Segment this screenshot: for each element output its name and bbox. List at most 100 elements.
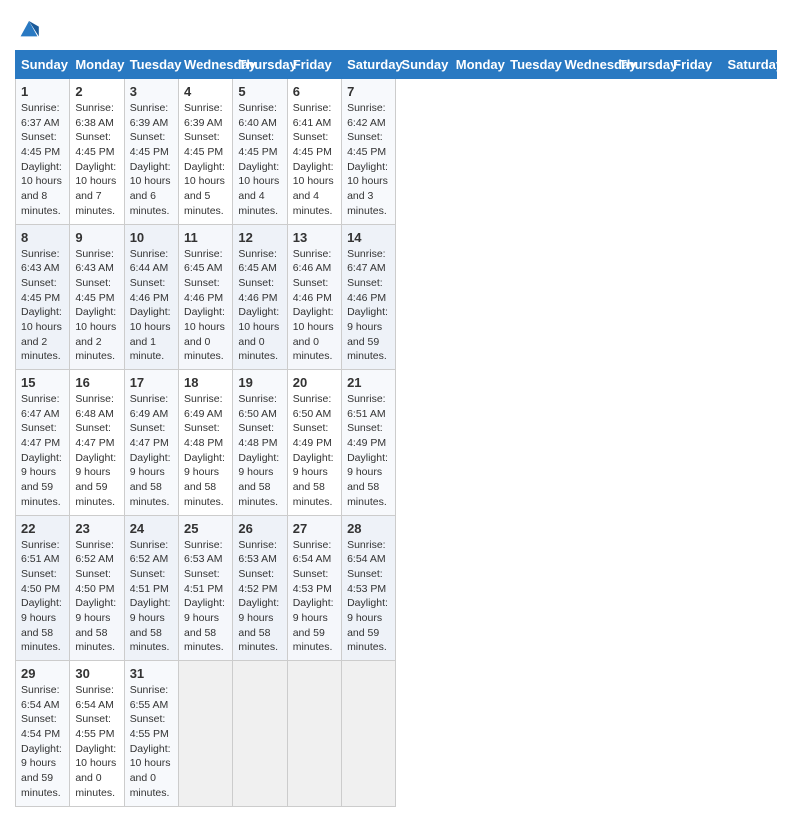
day-details: Sunrise: 6:53 AMSunset: 4:51 PMDaylight:… bbox=[184, 538, 227, 656]
day-number: 12 bbox=[238, 230, 281, 245]
day-details: Sunrise: 6:53 AMSunset: 4:52 PMDaylight:… bbox=[238, 538, 281, 656]
calendar-cell: 14 Sunrise: 6:47 AMSunset: 4:46 PMDayligh… bbox=[342, 224, 396, 370]
day-number: 6 bbox=[293, 84, 336, 99]
calendar-cell: 10Sunrise: 6:44 AMSunset: 4:46 PMDayligh… bbox=[124, 224, 178, 370]
col-header-monday: Monday bbox=[450, 51, 504, 79]
day-number: 29 bbox=[21, 666, 64, 681]
calendar-cell: 23 Sunrise: 6:52 AMSunset: 4:50 PMDayligh… bbox=[70, 515, 124, 661]
col-header-friday: Friday bbox=[287, 51, 341, 79]
calendar-cell: 9 Sunrise: 6:43 AMSunset: 4:45 PMDaylight… bbox=[70, 224, 124, 370]
calendar-cell: 31 Sunrise: 6:55 AMSunset: 4:55 PMDayligh… bbox=[124, 661, 178, 807]
day-details: Sunrise: 6:55 AMSunset: 4:55 PMDaylight:… bbox=[130, 683, 173, 801]
day-number: 1 bbox=[21, 84, 64, 99]
calendar-cell: 18 Sunrise: 6:49 AMSunset: 4:48 PMDayligh… bbox=[179, 370, 233, 516]
day-details: Sunrise: 6:49 AMSunset: 4:47 PMDaylight:… bbox=[130, 392, 173, 510]
day-number: 18 bbox=[184, 375, 227, 390]
day-number: 13 bbox=[293, 230, 336, 245]
col-header-tuesday: Tuesday bbox=[505, 51, 559, 79]
day-details: Sunrise: 6:37 AMSunset: 4:45 PMDaylight:… bbox=[21, 101, 64, 219]
calendar-cell: 1 Sunrise: 6:37 AMSunset: 4:45 PMDaylight… bbox=[16, 79, 70, 225]
calendar-cell: 19 Sunrise: 6:50 AMSunset: 4:48 PMDayligh… bbox=[233, 370, 287, 516]
col-header-thursday: Thursday bbox=[613, 51, 667, 79]
day-number: 30 bbox=[75, 666, 118, 681]
day-number: 24 bbox=[130, 521, 173, 536]
day-details: Sunrise: 6:44 AMSunset: 4:46 PMDaylight:… bbox=[130, 247, 173, 365]
calendar-cell: 30 Sunrise: 6:54 AMSunset: 4:55 PMDayligh… bbox=[70, 661, 124, 807]
day-number: 9 bbox=[75, 230, 118, 245]
calendar-cell: 3Sunrise: 6:39 AMSunset: 4:45 PMDaylight… bbox=[124, 79, 178, 225]
calendar-cell: 12 Sunrise: 6:45 AMSunset: 4:46 PMDayligh… bbox=[233, 224, 287, 370]
col-header-saturday: Saturday bbox=[342, 51, 396, 79]
calendar-week-4: 22 Sunrise: 6:51 AMSunset: 4:50 PMDayligh… bbox=[16, 515, 777, 661]
day-details: Sunrise: 6:54 AMSunset: 4:55 PMDaylight:… bbox=[75, 683, 118, 801]
calendar-cell: 15 Sunrise: 6:47 AMSunset: 4:47 PMDayligh… bbox=[16, 370, 70, 516]
day-details: Sunrise: 6:45 AMSunset: 4:46 PMDaylight:… bbox=[238, 247, 281, 365]
calendar-cell: 22 Sunrise: 6:51 AMSunset: 4:50 PMDayligh… bbox=[16, 515, 70, 661]
calendar-cell: 24Sunrise: 6:52 AMSunset: 4:51 PMDayligh… bbox=[124, 515, 178, 661]
day-details: Sunrise: 6:50 AMSunset: 4:48 PMDaylight:… bbox=[238, 392, 281, 510]
day-number: 22 bbox=[21, 521, 64, 536]
day-details: Sunrise: 6:54 AMSunset: 4:54 PMDaylight:… bbox=[21, 683, 64, 801]
calendar-cell: 20 Sunrise: 6:50 AMSunset: 4:49 PMDayligh… bbox=[287, 370, 341, 516]
day-number: 26 bbox=[238, 521, 281, 536]
page-header bbox=[15, 10, 777, 42]
day-number: 14 bbox=[347, 230, 390, 245]
calendar-cell: 28 Sunrise: 6:54 AMSunset: 4:53 PMDayligh… bbox=[342, 515, 396, 661]
day-details: Sunrise: 6:43 AMSunset: 4:45 PMDaylight:… bbox=[75, 247, 118, 365]
day-number: 15 bbox=[21, 375, 64, 390]
calendar-cell: 2 Sunrise: 6:38 AMSunset: 4:45 PMDaylight… bbox=[70, 79, 124, 225]
day-details: Sunrise: 6:51 AMSunset: 4:50 PMDaylight:… bbox=[21, 538, 64, 656]
day-details: Sunrise: 6:49 AMSunset: 4:48 PMDaylight:… bbox=[184, 392, 227, 510]
col-header-sunday: Sunday bbox=[396, 51, 450, 79]
calendar-cell bbox=[233, 661, 287, 807]
day-number: 4 bbox=[184, 84, 227, 99]
calendar-cell bbox=[287, 661, 341, 807]
calendar-cell: 16Sunrise: 6:48 AMSunset: 4:47 PMDayligh… bbox=[70, 370, 124, 516]
calendar-week-1: 1 Sunrise: 6:37 AMSunset: 4:45 PMDaylight… bbox=[16, 79, 777, 225]
calendar-cell: 8 Sunrise: 6:43 AMSunset: 4:45 PMDaylight… bbox=[16, 224, 70, 370]
calendar-header-row: SundayMondayTuesdayWednesdayThursdayFrid… bbox=[16, 51, 777, 79]
day-details: Sunrise: 6:47 AMSunset: 4:47 PMDaylight:… bbox=[21, 392, 64, 510]
day-number: 8 bbox=[21, 230, 64, 245]
calendar-cell: 4 Sunrise: 6:39 AMSunset: 4:45 PMDaylight… bbox=[179, 79, 233, 225]
col-header-thursday: Thursday bbox=[233, 51, 287, 79]
day-details: Sunrise: 6:50 AMSunset: 4:49 PMDaylight:… bbox=[293, 392, 336, 510]
day-details: Sunrise: 6:42 AMSunset: 4:45 PMDaylight:… bbox=[347, 101, 390, 219]
day-details: Sunrise: 6:47 AMSunset: 4:46 PMDaylight:… bbox=[347, 247, 390, 365]
calendar-cell: 6Sunrise: 6:41 AMSunset: 4:45 PMDaylight… bbox=[287, 79, 341, 225]
day-number: 20 bbox=[293, 375, 336, 390]
calendar-cell: 25Sunrise: 6:53 AMSunset: 4:51 PMDayligh… bbox=[179, 515, 233, 661]
day-details: Sunrise: 6:43 AMSunset: 4:45 PMDaylight:… bbox=[21, 247, 64, 365]
col-header-wednesday: Wednesday bbox=[559, 51, 613, 79]
day-details: Sunrise: 6:39 AMSunset: 4:45 PMDaylight:… bbox=[184, 101, 227, 219]
day-number: 27 bbox=[293, 521, 336, 536]
day-details: Sunrise: 6:46 AMSunset: 4:46 PMDaylight:… bbox=[293, 247, 336, 365]
day-number: 23 bbox=[75, 521, 118, 536]
day-details: Sunrise: 6:39 AMSunset: 4:45 PMDaylight:… bbox=[130, 101, 173, 219]
day-details: Sunrise: 6:54 AMSunset: 4:53 PMDaylight:… bbox=[347, 538, 390, 656]
day-details: Sunrise: 6:54 AMSunset: 4:53 PMDaylight:… bbox=[293, 538, 336, 656]
day-details: Sunrise: 6:38 AMSunset: 4:45 PMDaylight:… bbox=[75, 101, 118, 219]
calendar-cell bbox=[179, 661, 233, 807]
day-number: 7 bbox=[347, 84, 390, 99]
day-details: Sunrise: 6:40 AMSunset: 4:45 PMDaylight:… bbox=[238, 101, 281, 219]
day-number: 11 bbox=[184, 230, 227, 245]
calendar-cell: 7 Sunrise: 6:42 AMSunset: 4:45 PMDaylight… bbox=[342, 79, 396, 225]
day-number: 31 bbox=[130, 666, 173, 681]
day-number: 28 bbox=[347, 521, 390, 536]
day-number: 21 bbox=[347, 375, 390, 390]
day-number: 19 bbox=[238, 375, 281, 390]
calendar-week-3: 15 Sunrise: 6:47 AMSunset: 4:47 PMDayligh… bbox=[16, 370, 777, 516]
col-header-saturday: Saturday bbox=[722, 51, 777, 79]
col-header-friday: Friday bbox=[668, 51, 722, 79]
calendar-cell bbox=[342, 661, 396, 807]
day-number: 5 bbox=[238, 84, 281, 99]
day-number: 2 bbox=[75, 84, 118, 99]
calendar-table: SundayMondayTuesdayWednesdayThursdayFrid… bbox=[15, 50, 777, 807]
calendar-cell: 21 Sunrise: 6:51 AMSunset: 4:49 PMDayligh… bbox=[342, 370, 396, 516]
calendar-cell: 11Sunrise: 6:45 AMSunset: 4:46 PMDayligh… bbox=[179, 224, 233, 370]
day-details: Sunrise: 6:52 AMSunset: 4:50 PMDaylight:… bbox=[75, 538, 118, 656]
col-header-tuesday: Tuesday bbox=[124, 51, 178, 79]
day-details: Sunrise: 6:51 AMSunset: 4:49 PMDaylight:… bbox=[347, 392, 390, 510]
col-header-monday: Monday bbox=[70, 51, 124, 79]
